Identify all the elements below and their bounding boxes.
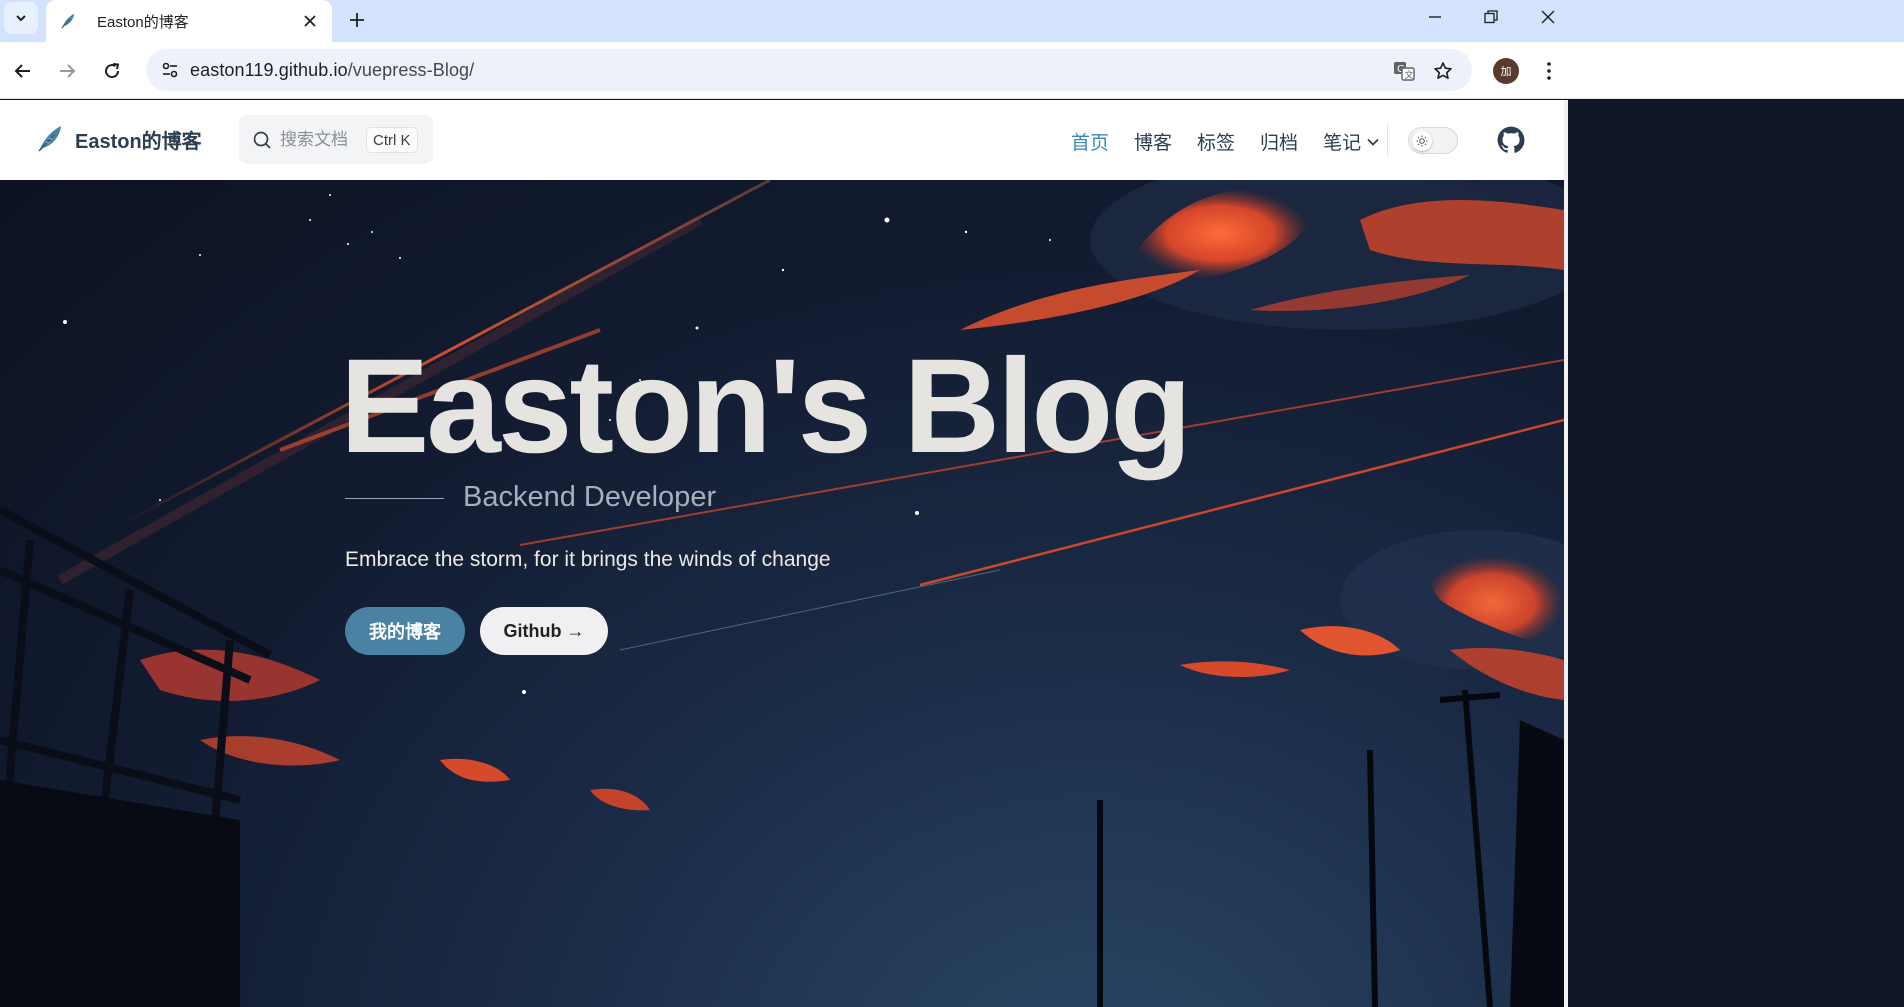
github-button[interactable]: Github →: [480, 607, 608, 655]
hero-tagline: Backend Developer: [463, 481, 717, 513]
search-icon: [253, 131, 271, 149]
page-viewport: Easton's Blog Backend Developer Embrace …: [0, 100, 1904, 1007]
profile-avatar[interactable]: 加: [1493, 58, 1519, 84]
restore-icon[interactable]: [1463, 0, 1519, 34]
search-shortcut-hint: Ctrl K: [366, 127, 418, 153]
chevron-down-icon: [1367, 138, 1379, 146]
url-path: /vuepress-Blog/: [347, 60, 475, 80]
hero-section: Easton's Blog Backend Developer Embrace …: [0, 180, 1564, 1007]
tab-title: Easton的博客: [97, 13, 189, 31]
window-close-icon[interactable]: [1520, 0, 1576, 34]
sun-icon: [1416, 135, 1428, 147]
theme-toggle[interactable]: [1408, 127, 1458, 154]
search-box[interactable]: Ctrl K: [239, 115, 433, 164]
nav-item-home[interactable]: 首页: [1071, 128, 1109, 155]
nav-item-tags[interactable]: 标签: [1197, 128, 1235, 155]
star-icon[interactable]: [1428, 56, 1458, 86]
nav-item-notes-label: 笔记: [1323, 133, 1362, 154]
svg-text:文: 文: [1405, 69, 1414, 81]
github-icon[interactable]: [1497, 126, 1525, 154]
tab-strip: Easton的博客: [0, 0, 1904, 42]
nav-links: 首页 博客 标签 归档 笔记: [1071, 128, 1404, 155]
feather-logo-icon: [58, 11, 78, 31]
hero-divider: [345, 498, 444, 499]
kebab-menu-icon[interactable]: [1534, 54, 1564, 88]
reload-icon[interactable]: [95, 54, 129, 88]
site-navbar: Easton的博客 Ctrl K 首页 博客 标签 归档 笔记: [0, 100, 1564, 180]
hero-background-art: [0, 180, 1564, 1007]
plus-icon[interactable]: [342, 5, 372, 35]
url-text: easton119.github.io/vuepress-Blog/: [190, 60, 474, 81]
forward-icon[interactable]: [50, 54, 84, 88]
page-edge: [1568, 100, 1904, 1007]
nav-item-archive[interactable]: 归档: [1260, 128, 1298, 155]
theme-knob: [1412, 131, 1432, 151]
site-title: Easton的博客: [75, 130, 202, 153]
site-info-icon[interactable]: [154, 54, 186, 86]
site-brand[interactable]: Easton的博客: [36, 124, 202, 154]
hero-title: Easton's Blog: [340, 332, 1192, 481]
feather-logo-icon: [38, 126, 61, 152]
hero-description: Embrace the storm, for it brings the win…: [345, 548, 831, 571]
my-blog-button[interactable]: 我的博客: [345, 607, 465, 655]
tab-search-icon: [16, 15, 26, 22]
minimize-icon[interactable]: [1407, 0, 1463, 34]
browser-toolbar: easton119.github.io/vuepress-Blog/ G文 加: [0, 42, 1904, 99]
nav-item-notes[interactable]: 笔记: [1323, 128, 1379, 155]
nav-divider: [1387, 124, 1388, 156]
translate-icon[interactable]: G文: [1389, 56, 1419, 86]
close-icon[interactable]: [300, 11, 320, 31]
address-bar[interactable]: easton119.github.io/vuepress-Blog/ G文: [146, 49, 1472, 91]
search-input[interactable]: [280, 128, 360, 152]
back-icon[interactable]: [6, 54, 40, 88]
tab-search-button[interactable]: [4, 2, 38, 34]
url-host: easton119.github.io: [190, 60, 348, 80]
nav-item-blog[interactable]: 博客: [1134, 128, 1172, 155]
browser-tab[interactable]: Easton的博客: [46, 0, 332, 42]
